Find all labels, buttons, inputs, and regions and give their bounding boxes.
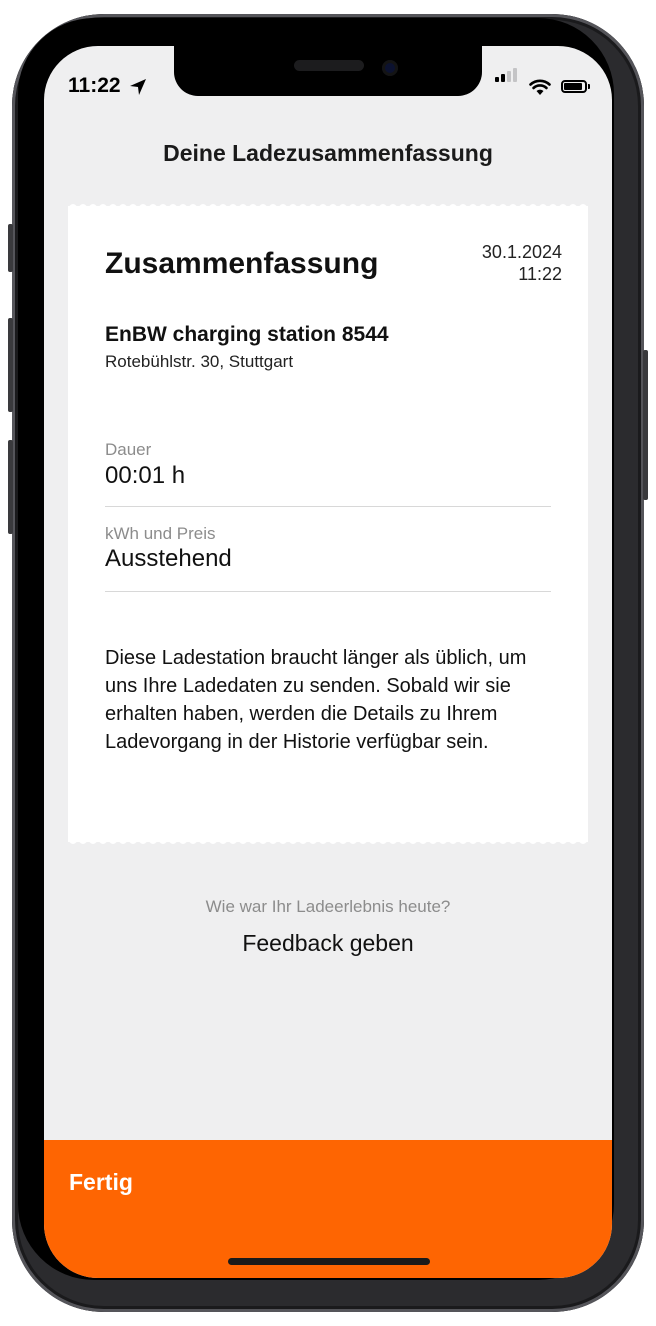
station-name: EnBW charging station 8544 — [105, 323, 389, 346]
session-date: 30.1.2024 — [481, 242, 562, 262]
station-address: Rotebühlstr. 30, Stuttgart — [105, 352, 294, 371]
session-timestamp: 30.1.2024 11:22 — [482, 241, 562, 285]
feedback-link[interactable]: Feedback geben — [44, 930, 612, 957]
duration-label: Dauer — [105, 440, 152, 459]
energy-price-value: Ausstehend — [105, 545, 232, 572]
volume-up-button — [8, 318, 13, 412]
battery-icon — [561, 80, 590, 93]
notch — [174, 46, 482, 96]
card-bottom-edge — [68, 840, 588, 850]
duration-value: 00:01 h — [105, 462, 186, 489]
card-heading: Zusammenfassung — [105, 247, 379, 280]
status-time: 11:22 — [68, 74, 121, 97]
divider — [105, 506, 551, 507]
power-button — [643, 350, 648, 500]
location-arrow-icon — [130, 79, 146, 95]
energy-price-label: kWh und Preis — [105, 524, 216, 543]
home-indicator[interactable] — [228, 1258, 430, 1265]
front-camera — [382, 60, 398, 76]
volume-down-button — [8, 440, 13, 534]
done-button[interactable]: Fertig — [69, 1169, 133, 1196]
delay-info-text: Diese Ladestation braucht länger als übl… — [105, 647, 527, 753]
feedback-question: Wie war Ihr Ladeerlebnis heute? — [205, 897, 451, 916]
session-time: 11:22 — [518, 264, 562, 284]
card-top-edge — [68, 198, 588, 208]
divider — [105, 591, 551, 592]
silent-switch — [8, 224, 13, 272]
page-title: Deine Ladezusammenfassung — [163, 140, 493, 166]
wifi-icon — [529, 79, 551, 95]
